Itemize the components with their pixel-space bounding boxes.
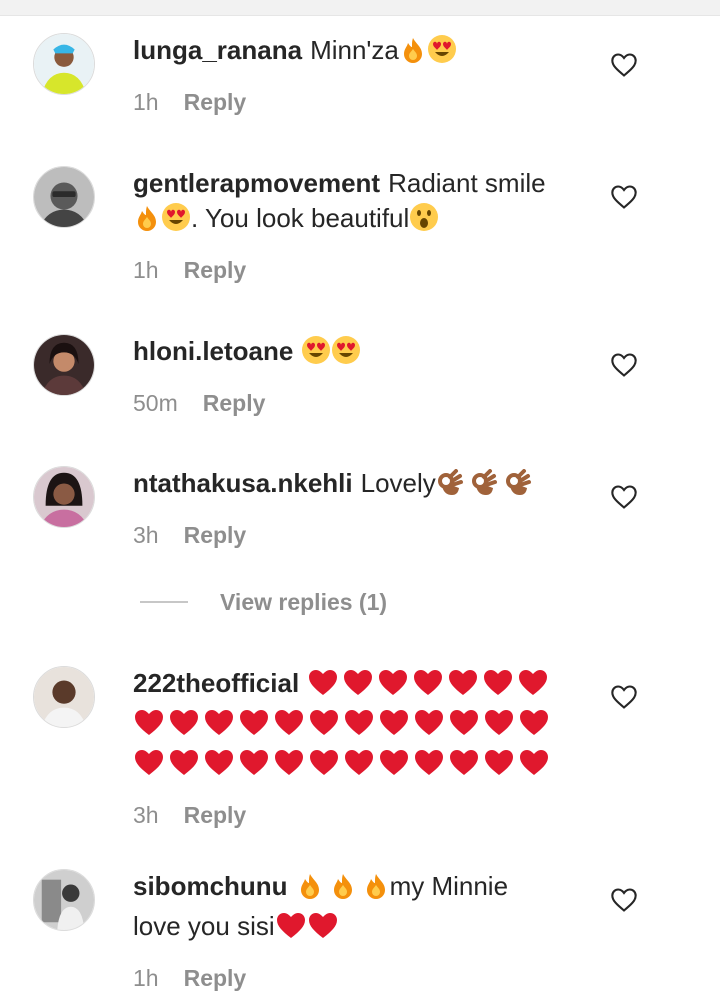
avatar[interactable] <box>33 166 95 228</box>
red-heart-emoji <box>342 667 374 706</box>
comment-time: 50m <box>133 390 178 416</box>
avatar[interactable] <box>33 869 95 931</box>
comment-text: my Minnie <box>389 871 509 901</box>
comment-username[interactable]: lunga_ranana <box>133 35 302 65</box>
fire-emoji <box>399 36 427 73</box>
fire-emoji <box>329 872 357 909</box>
comment-username[interactable]: sibomchunu <box>133 871 288 901</box>
red-heart-emoji <box>307 910 339 949</box>
red-heart-emoji <box>413 747 445 786</box>
red-heart-emoji <box>238 707 270 746</box>
red-heart-emoji <box>308 707 340 746</box>
red-heart-emoji <box>448 707 480 746</box>
comment-username[interactable]: ntathakusa.nkehli <box>133 468 353 498</box>
heart-outline-icon[interactable] <box>610 183 638 211</box>
reply-button[interactable]: Reply <box>203 390 266 416</box>
red-heart-emoji <box>378 707 410 746</box>
comment-time: 1h <box>133 89 159 115</box>
avatar[interactable] <box>33 666 95 728</box>
red-heart-emoji <box>133 707 165 746</box>
red-heart-emoji <box>203 707 235 746</box>
comment-text: Minn'za <box>310 35 399 65</box>
reply-button[interactable]: Reply <box>184 802 247 828</box>
red-heart-emoji <box>412 667 444 706</box>
red-heart-emoji <box>518 747 550 786</box>
ok-hand-emoji <box>504 469 532 506</box>
comment-time: 1h <box>133 257 159 283</box>
ok-hand-emoji <box>436 469 464 506</box>
comment-time: 1h <box>133 965 159 991</box>
fire-emoji <box>133 204 161 241</box>
heart-eyes-emoji <box>161 202 191 241</box>
red-heart-emoji <box>343 747 375 786</box>
comment-text: . You look beautiful <box>191 203 410 233</box>
view-replies-line <box>140 601 188 603</box>
avatar[interactable] <box>33 334 95 396</box>
reply-button[interactable]: Reply <box>184 89 247 115</box>
red-heart-emoji <box>168 747 200 786</box>
heart-outline-icon[interactable] <box>610 886 638 914</box>
red-heart-emoji <box>447 667 479 706</box>
reply-button[interactable]: Reply <box>184 965 247 991</box>
red-heart-emoji <box>203 747 235 786</box>
ok-hand-emoji <box>470 469 498 506</box>
red-heart-emoji <box>273 747 305 786</box>
top-bar <box>0 0 720 16</box>
view-replies-label[interactable]: View replies (1) <box>220 589 387 616</box>
red-heart-emoji <box>517 667 549 706</box>
heart-outline-icon[interactable] <box>610 683 638 711</box>
red-heart-emoji <box>308 747 340 786</box>
red-heart-emoji <box>168 707 200 746</box>
comment-username[interactable]: hloni.letoane <box>133 336 293 366</box>
red-heart-emoji <box>343 707 375 746</box>
comment-time: 3h <box>133 802 159 828</box>
red-heart-emoji <box>307 667 339 706</box>
comment-text: Lovely <box>360 468 436 498</box>
comment-text: Radiant smile <box>388 168 546 198</box>
hearts-text: 222theofficial <box>133 666 573 786</box>
red-heart-emoji <box>518 707 550 746</box>
red-heart-emoji <box>238 747 270 786</box>
red-heart-emoji <box>483 707 515 746</box>
red-heart-emoji <box>482 667 514 706</box>
red-heart-emoji <box>413 707 445 746</box>
red-heart-emoji <box>133 747 165 786</box>
reply-button[interactable]: Reply <box>184 522 247 548</box>
comment-text: love you sisi <box>133 911 275 941</box>
fire-emoji <box>296 872 324 909</box>
heart-outline-icon[interactable] <box>610 483 638 511</box>
avatar[interactable] <box>33 466 95 528</box>
comment-username[interactable]: gentlerapmovement <box>133 168 380 198</box>
comment-username[interactable]: 222theofficial <box>133 668 299 698</box>
red-heart-emoji <box>273 707 305 746</box>
red-heart-emoji <box>483 747 515 786</box>
comment-time: 3h <box>133 522 159 548</box>
red-heart-emoji <box>377 667 409 706</box>
red-heart-emoji <box>378 747 410 786</box>
reply-button[interactable]: Reply <box>184 257 247 283</box>
heart-eyes-emoji <box>427 34 457 73</box>
surprised-emoji <box>409 202 439 241</box>
heart-outline-icon[interactable] <box>610 351 638 379</box>
red-heart-emoji <box>275 910 307 949</box>
heart-outline-icon[interactable] <box>610 51 638 79</box>
avatar[interactable] <box>33 33 95 95</box>
view-replies[interactable]: View replies (1) <box>140 586 387 618</box>
red-heart-emoji <box>448 747 480 786</box>
fire-emoji <box>362 872 390 909</box>
heart-eyes-emoji <box>301 335 331 374</box>
heart-eyes-emoji <box>331 335 361 374</box>
